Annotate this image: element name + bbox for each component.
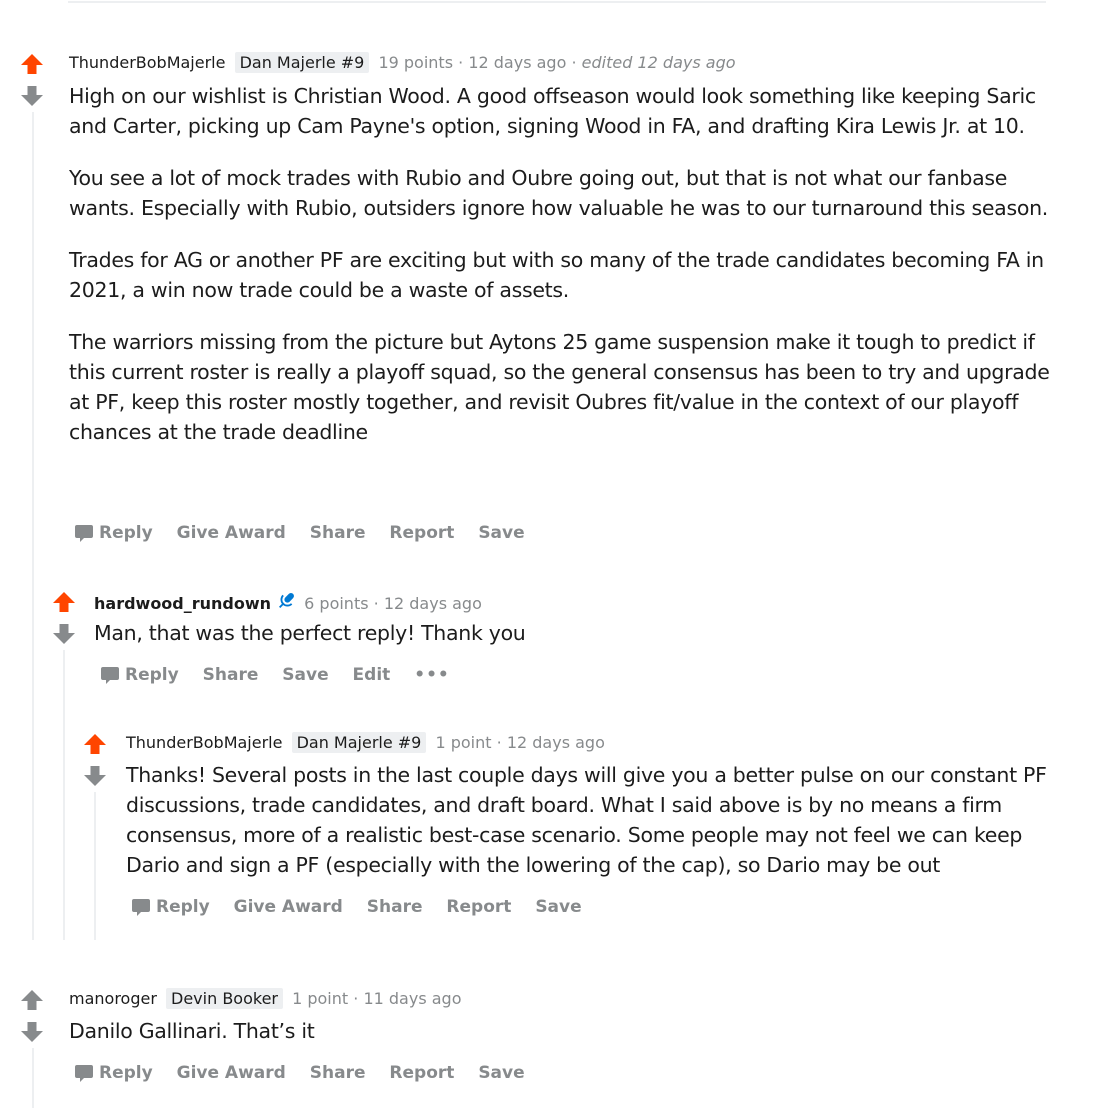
username-link[interactable]: manoroger <box>69 989 157 1008</box>
reply-button[interactable]: Reply <box>74 1061 153 1085</box>
give-award-button[interactable]: Give Award <box>234 895 343 919</box>
comment-actions: Reply Give Award Share Report Save <box>131 895 600 919</box>
top-divider <box>68 1 1046 3</box>
username-link[interactable]: hardwood_rundown <box>94 594 271 613</box>
points: 6 points <box>304 594 369 613</box>
microphone-icon <box>279 593 294 609</box>
report-button[interactable]: Report <box>389 521 454 545</box>
separator: · <box>458 53 464 72</box>
arrow-down-icon[interactable] <box>50 622 78 646</box>
user-flair: Dan Majerle #9 <box>234 52 370 73</box>
points: 1 point <box>292 989 349 1008</box>
share-button[interactable]: Share <box>310 1061 366 1085</box>
comment-paragraph: Thanks! Several posts in the last couple… <box>126 763 1047 877</box>
comment-body: High on our wishlist is Christian Wood. … <box>69 81 1054 447</box>
timestamp[interactable]: 11 days ago <box>363 989 461 1008</box>
arrow-up-icon[interactable] <box>50 590 78 614</box>
share-button[interactable]: Share <box>367 895 423 919</box>
thread-line <box>63 650 65 940</box>
comment-body: Danilo Gallinari. That’s it <box>69 1016 1054 1046</box>
separator: · <box>373 594 379 613</box>
comment-body: Man, that was the perfect reply! Thank y… <box>94 618 1044 648</box>
reply-button[interactable]: Reply <box>100 663 179 687</box>
comment-actions: Reply Give Award Share Report Save <box>74 521 543 545</box>
arrow-up-icon[interactable] <box>18 988 46 1012</box>
thread-line <box>32 112 34 940</box>
comment-actions: Reply Share Save Edit ••• <box>100 663 468 687</box>
edit-button[interactable]: Edit <box>353 663 391 687</box>
comment-bubble-icon <box>75 525 93 542</box>
arrow-up-icon[interactable] <box>18 52 46 76</box>
comment-bubble-icon <box>132 899 150 916</box>
arrow-up-icon[interactable] <box>81 732 109 756</box>
comment-actions: Reply Give Award Share Report Save <box>74 1061 543 1085</box>
comment-meta: hardwood_rundown 6 points · 12 days ago <box>94 590 482 615</box>
points: 1 point <box>435 733 492 752</box>
save-button[interactable]: Save <box>478 1061 524 1085</box>
username-link[interactable]: ThunderBobMajerle <box>69 53 225 72</box>
thread-line <box>32 1048 34 1108</box>
timestamp[interactable]: 12 days ago <box>468 53 566 72</box>
comment-bubble-icon <box>101 667 119 684</box>
arrow-down-icon[interactable] <box>18 1020 46 1044</box>
username-link[interactable]: ThunderBobMajerle <box>126 733 282 752</box>
edited-timestamp: edited 12 days ago <box>581 53 736 72</box>
comment-paragraph: Trades for AG or another PF are exciting… <box>69 248 1044 302</box>
save-button[interactable]: Save <box>282 663 328 687</box>
timestamp[interactable]: 12 days ago <box>384 594 482 613</box>
separator: · <box>571 53 577 72</box>
comment-meta: ThunderBobMajerle Dan Majerle #9 1 point… <box>126 732 605 754</box>
user-flair: Devin Booker <box>166 988 283 1009</box>
arrow-down-icon[interactable] <box>81 764 109 788</box>
comment-bubble-icon <box>75 1065 93 1082</box>
reply-button[interactable]: Reply <box>131 895 210 919</box>
separator: · <box>353 989 359 1008</box>
more-options-button[interactable]: ••• <box>414 663 450 687</box>
user-flair: Dan Majerle #9 <box>291 732 427 753</box>
arrow-down-icon[interactable] <box>18 84 46 108</box>
comment-meta: ThunderBobMajerle Dan Majerle #9 19 poin… <box>69 52 736 74</box>
report-button[interactable]: Report <box>389 1061 454 1085</box>
comment-body: Thanks! Several posts in the last couple… <box>126 760 1051 880</box>
report-button[interactable]: Report <box>446 895 511 919</box>
points: 19 points <box>378 53 454 72</box>
save-button[interactable]: Save <box>478 521 524 545</box>
comment-paragraph: Danilo Gallinari. That’s it <box>69 1019 315 1043</box>
comment-paragraph: You see a lot of mock trades with Rubio … <box>69 166 1048 220</box>
reply-button[interactable]: Reply <box>74 521 153 545</box>
timestamp[interactable]: 12 days ago <box>507 733 605 752</box>
share-button[interactable]: Share <box>310 521 366 545</box>
give-award-button[interactable]: Give Award <box>177 521 286 545</box>
separator: · <box>496 733 502 752</box>
comment-paragraph: Man, that was the perfect reply! Thank y… <box>94 621 526 645</box>
thread-line <box>94 792 96 940</box>
give-award-button[interactable]: Give Award <box>177 1061 286 1085</box>
save-button[interactable]: Save <box>535 895 581 919</box>
comment-paragraph: High on our wishlist is Christian Wood. … <box>69 84 1036 138</box>
comment-meta: manoroger Devin Booker 1 point · 11 days… <box>69 988 462 1010</box>
share-button[interactable]: Share <box>203 663 259 687</box>
comment-paragraph: The warriors missing from the picture bu… <box>69 330 1050 444</box>
